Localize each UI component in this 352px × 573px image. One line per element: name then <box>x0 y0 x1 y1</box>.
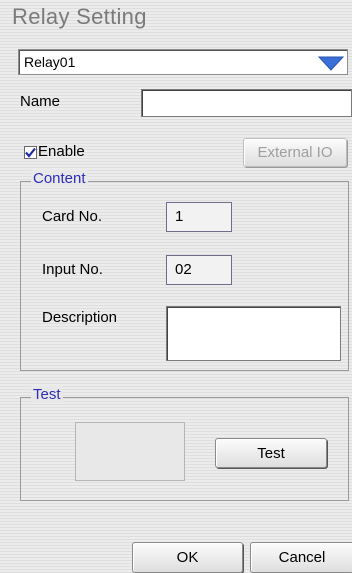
description-label: Description <box>42 309 118 326</box>
card-no-label: Card No. <box>42 208 103 225</box>
name-label: Name <box>20 93 61 110</box>
card-no-field[interactable]: 1 <box>166 202 232 232</box>
check-icon <box>25 147 36 158</box>
dropdown-arrow-icon[interactable] <box>317 55 345 75</box>
name-field[interactable] <box>141 89 352 117</box>
external-io-button[interactable]: External IO <box>243 138 347 167</box>
test-indicator-box <box>75 422 185 481</box>
ok-button[interactable]: OK <box>132 542 243 573</box>
content-legend: Content <box>31 170 88 187</box>
input-no-label: Input No. <box>42 261 103 278</box>
test-legend: Test <box>31 386 63 403</box>
cancel-button[interactable]: Cancel <box>250 542 352 573</box>
test-button[interactable]: Test <box>215 438 327 468</box>
relay-select-value: Relay01 <box>24 54 76 70</box>
enable-checkbox[interactable] <box>24 146 37 159</box>
description-field[interactable] <box>166 306 341 361</box>
window-title: Relay Setting <box>12 4 147 29</box>
relay-select[interactable]: Relay01 <box>18 49 348 75</box>
input-no-field[interactable]: 02 <box>166 255 232 285</box>
enable-label: Enable <box>38 143 85 160</box>
